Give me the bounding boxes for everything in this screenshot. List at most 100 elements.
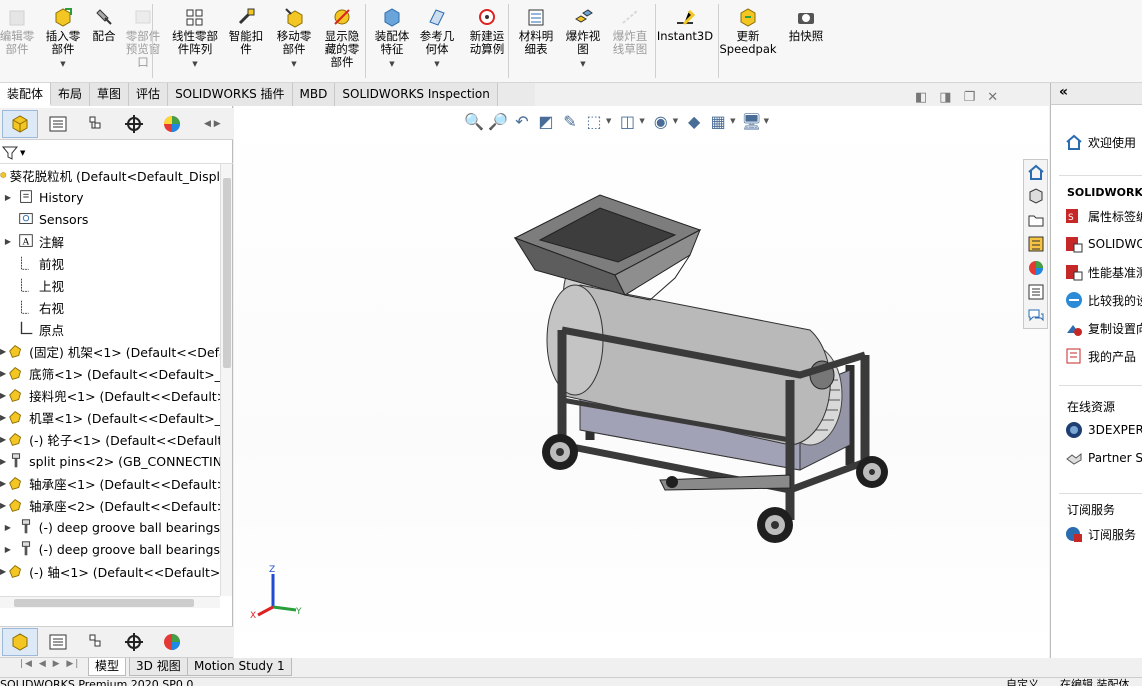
prev-window-icon[interactable]: ◧ xyxy=(915,90,927,105)
tree-item[interactable]: ▶ 接料兜<1> (Default<<Default> xyxy=(0,384,220,406)
ribbon-button-move-component[interactable]: 移动零 部件 ▼ xyxy=(272,6,316,71)
tree-item[interactable]: ▶ (-) 轴<1> (Default<<Default>_ xyxy=(0,560,220,582)
appearances-tab[interactable] xyxy=(1024,256,1047,280)
tab-scroll-arrows[interactable]: ◀ ▶ xyxy=(204,119,221,129)
tree-item[interactable]: 上视 xyxy=(0,274,220,296)
ribbon-button-bom[interactable]: 材料明 细表 xyxy=(514,6,558,56)
zoom-area-icon[interactable]: 🔎 xyxy=(486,110,510,132)
ribbon-button-reference-geometry[interactable]: 参考几 何体 ▼ xyxy=(416,6,458,71)
expand-arrow-icon[interactable]: ▶ xyxy=(0,193,16,202)
feature-tree-tab-bottom[interactable] xyxy=(2,628,38,656)
task-pane-link[interactable]: 我的产品 xyxy=(1065,347,1136,365)
dynamic-annotation-icon[interactable]: ✎ xyxy=(558,110,582,132)
tree-vertical-scrollbar[interactable] xyxy=(220,164,232,596)
property-manager-tab[interactable] xyxy=(40,110,76,138)
tree-item[interactable]: ▶ 轴承座<1> (Default<<Default> xyxy=(0,472,220,494)
tree-item[interactable]: ▶ A 注解 xyxy=(0,230,220,252)
chevron-down-icon[interactable]: ▼ xyxy=(291,58,296,71)
configuration-manager-tab-bottom[interactable] xyxy=(78,628,114,656)
display-style-icon[interactable]: ◫ xyxy=(615,110,639,132)
task-pane-link[interactable]: SOLIDWORKS xyxy=(1065,235,1142,253)
display-manager-tab-bottom[interactable] xyxy=(154,628,190,656)
ribbon-button-instant3d[interactable]: Instant3D xyxy=(657,6,713,43)
ribbon-button-smart-fasteners[interactable]: 智能扣 件 xyxy=(224,6,268,56)
task-pane-link[interactable]: 订阅服务 xyxy=(1065,525,1136,543)
tree-item[interactable]: ▶ (-) deep groove ball bearings xyxy=(0,538,220,560)
file-explorer-tab[interactable] xyxy=(1024,208,1047,232)
forum-tab[interactable] xyxy=(1024,304,1047,328)
apply-scene-icon[interactable]: ▦ xyxy=(706,110,730,132)
feature-tree-tab[interactable] xyxy=(2,109,38,138)
chevron-down-icon[interactable]: ▼ xyxy=(639,117,644,125)
view-settings-icon[interactable]: 🖥 xyxy=(740,110,764,132)
tree-item[interactable]: 前视 xyxy=(0,252,220,274)
tab-evaluate[interactable]: 评估 xyxy=(129,83,169,106)
chevron-down-icon[interactable]: ▼ xyxy=(764,117,769,125)
ribbon-button-new-motion-study[interactable]: 新建运 动算例 xyxy=(464,6,510,56)
tab-addins[interactable]: SOLIDWORKS 插件 xyxy=(168,83,293,106)
tree-item[interactable]: 原点 xyxy=(0,318,220,340)
welcome-item[interactable]: 欢迎使用 xyxy=(1065,133,1136,151)
view-orientation-icon[interactable]: ⬚ xyxy=(582,110,606,132)
task-pane-link[interactable]: 性能基准测 xyxy=(1065,263,1142,281)
edit-appearance-icon[interactable]: ◆ xyxy=(682,110,706,132)
expand-arrow-icon[interactable]: ▶ xyxy=(0,523,16,532)
dimxpert-tab-bottom[interactable] xyxy=(116,628,152,656)
dimxpert-tab[interactable] xyxy=(116,110,152,138)
tab-inspection[interactable]: SOLIDWORKS Inspection xyxy=(335,83,498,106)
previous-view-icon[interactable]: ↶ xyxy=(510,110,534,132)
tab-motion-study[interactable]: Motion Study 1 xyxy=(187,658,292,676)
section-view-icon[interactable]: ◩ xyxy=(534,110,558,132)
ribbon-button-assembly-feature[interactable]: 装配体 特征 ▼ xyxy=(370,6,414,71)
chevron-down-icon[interactable]: ▼ xyxy=(580,58,585,71)
ribbon-button-snapshot[interactable]: 拍快照 xyxy=(784,6,828,43)
expand-arrow-icon[interactable]: ▶ xyxy=(0,237,16,246)
tab-nav-arrows[interactable]: |◀ ◀ ▶ ▶| xyxy=(20,659,80,669)
zoom-to-fit-icon[interactable]: 🔍 xyxy=(462,110,486,132)
chevron-down-icon[interactable]: ▼ xyxy=(730,117,735,125)
chevron-down-icon[interactable]: ▼ xyxy=(389,58,394,71)
tab-model[interactable]: 模型 xyxy=(88,658,127,676)
chevron-down-icon[interactable]: ▼ xyxy=(606,117,611,125)
task-pane-link[interactable]: 3DEXPERIENCE xyxy=(1065,421,1142,439)
task-pane-link[interactable]: 复制设置向 xyxy=(1065,319,1142,337)
tree-item[interactable]: ▶ 底筛<1> (Default<<Default>_F xyxy=(0,362,220,384)
chevron-down-icon[interactable]: ▼ xyxy=(434,58,439,71)
home-tab[interactable] xyxy=(1024,160,1047,184)
ribbon-button-edit-component[interactable]: 编辑零 部件 xyxy=(0,6,36,56)
tab-assembly[interactable]: 装配体 xyxy=(0,83,52,106)
tab-layout[interactable]: 布局 xyxy=(51,83,91,106)
chevron-down-icon[interactable]: ▼ xyxy=(673,117,678,125)
task-pane-link[interactable]: S 属性标签编 xyxy=(1065,207,1142,225)
tree-item[interactable]: ▶ (固定) 机架<1> (Default<<Defa xyxy=(0,340,220,362)
next-window-icon[interactable]: ◨ xyxy=(939,90,951,105)
tree-item[interactable]: 右视 xyxy=(0,296,220,318)
tree-root[interactable]: 葵花脱粒机 (Default<Default_Displ xyxy=(0,164,220,186)
task-pane-link[interactable]: Partner Sol xyxy=(1065,449,1142,467)
chevron-down-icon[interactable]: ▼ xyxy=(20,149,25,157)
expand-arrow-icon[interactable]: ▶ xyxy=(0,545,16,554)
ribbon-button-show-hidden[interactable]: 显示隐 藏的零 部件 xyxy=(318,6,366,69)
ribbon-button-exploded-view[interactable]: 爆炸视 图 ▼ xyxy=(562,6,604,71)
ribbon-button-explode-line[interactable]: 爆炸直 线草图 xyxy=(608,6,652,56)
tree-item[interactable]: ▶ (-) 轮子<1> (Default<<Default xyxy=(0,428,220,450)
property-manager-tab-bottom[interactable] xyxy=(40,628,76,656)
tree-item[interactable]: Sensors xyxy=(0,208,220,230)
ribbon-button-linear-pattern[interactable]: 线性零部 件阵列 ▼ xyxy=(168,6,222,71)
collapse-chevron-icon[interactable]: « xyxy=(1059,84,1068,100)
restore-icon[interactable]: ❐ xyxy=(964,90,976,105)
tab-3d-views[interactable]: 3D 视图 xyxy=(129,658,188,676)
chevron-down-icon[interactable]: ▼ xyxy=(60,58,65,71)
ribbon-button-mate[interactable]: 配合 xyxy=(88,6,120,43)
filter-icon[interactable] xyxy=(2,145,20,161)
tree-item[interactable]: ▶ split pins<2> (GB_CONNECTIN xyxy=(0,450,220,472)
hide-show-icon[interactable]: ◉ xyxy=(649,110,673,132)
ribbon-button-speedpak[interactable]: 更新 Speedpak xyxy=(719,6,777,56)
tree-item[interactable]: ▶ 轴承座<2> (Default<<Default> xyxy=(0,494,220,516)
close-icon[interactable]: ✕ xyxy=(987,90,998,105)
display-manager-tab[interactable] xyxy=(154,110,190,138)
tree-horizontal-scrollbar[interactable] xyxy=(0,596,220,608)
status-custom[interactable]: 自定义 xyxy=(1006,678,1039,686)
tree-item[interactable]: ▶ History xyxy=(0,186,220,208)
ribbon-button-component-preview[interactable]: 零部件 预览窗 口 xyxy=(120,6,166,69)
